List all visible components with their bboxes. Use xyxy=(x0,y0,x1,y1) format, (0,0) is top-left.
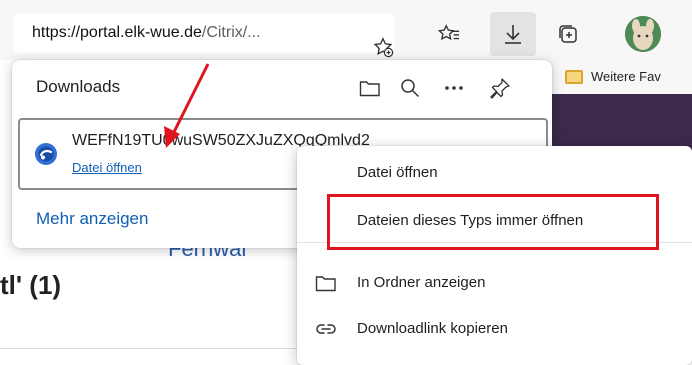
url-text: https://portal.elk-wue.de/Citrix/... xyxy=(32,24,261,41)
search-icon[interactable] xyxy=(396,74,424,102)
address-bar[interactable]: https://portal.elk-wue.de/Citrix/... xyxy=(14,13,394,58)
downloads-title: Downloads xyxy=(36,77,121,96)
open-file-link[interactable]: Datei öffnen xyxy=(72,160,142,175)
download-icon xyxy=(505,25,521,44)
browser-toolbar: https://portal.elk-wue.de/Citrix/... xyxy=(0,0,692,60)
menu-item-copy-link[interactable]: Downloadlink kopieren xyxy=(297,310,692,350)
page-divider xyxy=(0,348,300,349)
annotation-arrow xyxy=(164,63,210,148)
download-context-menu: Datei öffnen Dateien dieses Typs immer ö… xyxy=(297,146,692,365)
more-options-icon[interactable] xyxy=(440,74,468,102)
favorites-folder[interactable]: Weitere Fav xyxy=(565,69,661,84)
open-folder-icon[interactable] xyxy=(356,74,384,102)
annotation-highlight-box xyxy=(327,194,659,250)
favorites-icon[interactable] xyxy=(434,20,464,48)
menu-item-show-in-folder[interactable]: In Ordner anzeigen xyxy=(297,264,692,304)
citrix-file-icon xyxy=(34,142,58,166)
downloads-button[interactable] xyxy=(490,12,536,56)
link-icon xyxy=(315,320,337,340)
add-favorite-icon[interactable] xyxy=(369,33,397,61)
collections-icon[interactable] xyxy=(553,20,583,48)
show-more-link[interactable]: Mehr anzeigen xyxy=(36,209,148,229)
favorites-bar: Weitere Fav xyxy=(540,60,692,94)
page-heading-partial: tl' (1) xyxy=(0,270,62,300)
folder-icon xyxy=(315,274,337,294)
profile-avatar[interactable] xyxy=(625,16,661,52)
pin-icon[interactable] xyxy=(486,74,514,102)
folder-icon xyxy=(565,69,583,84)
menu-item-open-file[interactable]: Datei öffnen xyxy=(297,154,692,194)
